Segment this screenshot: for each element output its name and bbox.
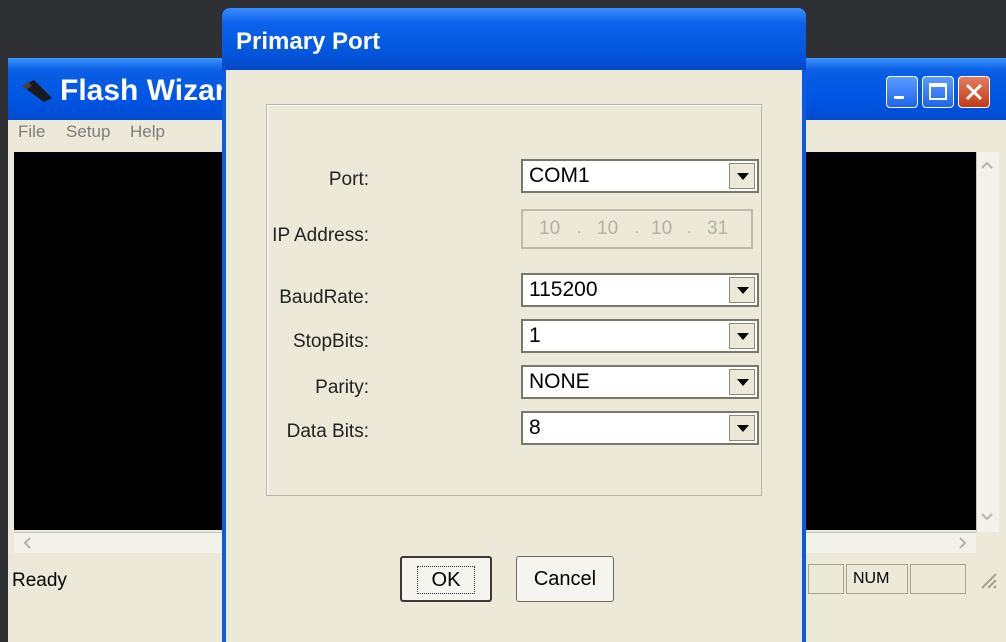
ip-address-label: IP Address:: [272, 225, 369, 246]
dialog-titlebar[interactable]: Primary Port: [222, 8, 806, 70]
menu-help[interactable]: Help: [130, 122, 165, 142]
port-value: COM1: [529, 164, 590, 187]
dialog-body: Port: COM1 IP Address: 10 . 10 . 10 . 31…: [226, 70, 802, 642]
status-pane-blank-2: [910, 564, 966, 594]
menu-file[interactable]: File: [18, 122, 45, 142]
ip-dot: .: [635, 220, 640, 237]
chevron-down-icon[interactable]: [729, 163, 755, 189]
databits-label: Data Bits:: [286, 421, 369, 442]
port-select[interactable]: COM1: [521, 159, 759, 193]
dialog-title: Primary Port: [236, 28, 381, 55]
baudrate-value: 115200: [529, 278, 598, 301]
baudrate-label: BaudRate:: [279, 287, 369, 308]
status-pane-blank: [808, 564, 844, 594]
vertical-scrollbar[interactable]: [976, 152, 999, 532]
chevron-down-icon[interactable]: [729, 277, 755, 303]
parity-label: Parity:: [315, 377, 369, 398]
cancel-button[interactable]: Cancel: [516, 556, 614, 602]
ip-octet-2: 10: [597, 218, 619, 239]
status-pane-num: NUM: [846, 564, 908, 594]
primary-port-dialog: Primary Port Port: COM1 IP Address: 10 .…: [222, 8, 806, 642]
stopbits-value: 1: [529, 324, 541, 347]
status-text: Ready: [12, 570, 67, 591]
maximize-icon[interactable]: [922, 76, 954, 108]
ip-octet-1: 10: [539, 218, 561, 239]
chevron-down-icon[interactable]: [729, 323, 755, 349]
wand-icon: [18, 76, 56, 104]
databits-value: 8: [529, 416, 541, 439]
ip-address-field: 10 . 10 . 10 . 31: [521, 209, 753, 249]
flash-wizard-title: Flash Wizard: [60, 74, 245, 107]
port-label: Port:: [328, 169, 369, 190]
minimize-icon[interactable]: [886, 76, 918, 108]
port-settings-group: Port: COM1 IP Address: 10 . 10 . 10 . 31…: [266, 104, 762, 496]
ip-dot: .: [687, 220, 692, 237]
stopbits-label: StopBits:: [292, 331, 369, 352]
stopbits-select[interactable]: 1: [521, 319, 759, 353]
databits-select[interactable]: 8: [521, 411, 759, 445]
chevron-down-icon[interactable]: [729, 415, 755, 441]
parity-value: NONE: [529, 370, 590, 393]
chevron-down-icon[interactable]: [729, 369, 755, 395]
close-icon[interactable]: [958, 76, 990, 108]
ok-button-label: OK: [416, 566, 476, 594]
ip-octet-4: 31: [707, 218, 729, 239]
ip-dot: .: [577, 220, 582, 237]
baudrate-select[interactable]: 115200: [521, 273, 759, 307]
ok-button[interactable]: OK: [400, 556, 492, 602]
menu-setup[interactable]: Setup: [66, 122, 110, 142]
resize-grip-icon[interactable]: [978, 570, 998, 595]
parity-select[interactable]: NONE: [521, 365, 759, 399]
ip-octet-3: 10: [651, 218, 673, 239]
